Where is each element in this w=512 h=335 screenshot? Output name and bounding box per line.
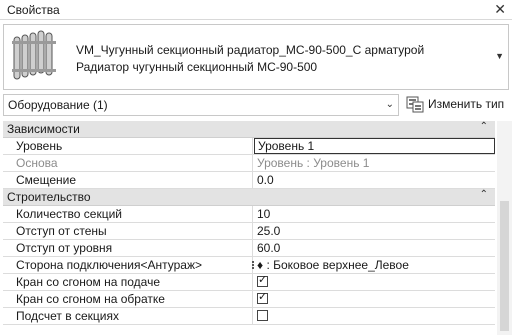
property-value-input[interactable]: 25.0 bbox=[254, 223, 495, 239]
type-selector[interactable]: VM_Чугунный секционный радиатор_МС-90-50… bbox=[3, 24, 509, 90]
dropdown-arrow-icon[interactable]: ▼ bbox=[495, 51, 504, 61]
property-name: Сторона подключения<Антураж> bbox=[3, 257, 253, 273]
properties-grid: Зависимости ⌃ Уровень Уровень 1 Основа У… bbox=[3, 121, 495, 335]
property-value-select[interactable]: ♦ : Боковое верхнее_Левое bbox=[254, 257, 495, 273]
property-value bbox=[254, 308, 495, 324]
checkbox[interactable] bbox=[257, 310, 268, 321]
property-name: Отступ от стены bbox=[3, 223, 253, 239]
property-row[interactable]: Смещение 0.0 bbox=[3, 172, 495, 189]
property-value-input[interactable]: Уровень 1 bbox=[254, 138, 495, 154]
property-value: ✓ bbox=[254, 274, 495, 290]
scrollbar-thumb[interactable] bbox=[500, 201, 509, 331]
collapse-icon[interactable]: ⌃ bbox=[480, 189, 488, 200]
panel-title: Свойства bbox=[7, 3, 60, 17]
checkbox[interactable]: ✓ bbox=[257, 291, 268, 304]
vertical-scrollbar[interactable] bbox=[497, 121, 512, 335]
edit-type-button[interactable]: Изменить тип bbox=[404, 94, 510, 116]
group-constraints[interactable]: Зависимости ⌃ bbox=[3, 121, 495, 138]
property-row: Основа Уровень : Уровень 1 bbox=[3, 155, 495, 172]
edit-type-icon bbox=[406, 96, 424, 113]
property-name: Смещение bbox=[3, 172, 253, 188]
property-row[interactable]: Отступ от стены 25.0 bbox=[3, 223, 495, 240]
property-row[interactable]: Подсчет в секциях bbox=[3, 308, 495, 325]
close-icon[interactable]: ✕ bbox=[494, 1, 506, 18]
property-name: Подсчет в секциях bbox=[3, 308, 253, 324]
property-value-input[interactable]: 10 bbox=[254, 206, 495, 222]
properties-title-bar: Свойства ✕ bbox=[0, 0, 512, 20]
edit-type-label: Изменить тип bbox=[428, 97, 505, 111]
group-name: Строительство bbox=[7, 190, 91, 204]
property-row[interactable]: Количество секций 10 bbox=[3, 206, 495, 223]
group-name: Зависимости bbox=[7, 122, 80, 136]
property-row[interactable]: Кран со сгоном на подаче ✓ bbox=[3, 274, 495, 291]
chevron-down-icon[interactable]: ⌄ bbox=[386, 99, 394, 110]
checkmark-icon: ✓ bbox=[258, 291, 268, 303]
property-name: Кран со сгоном на подаче bbox=[3, 274, 253, 290]
property-name: Уровень bbox=[3, 138, 253, 154]
collapse-icon[interactable]: ⌃ bbox=[480, 121, 488, 132]
property-value: ✓ bbox=[254, 291, 495, 307]
family-name: VM_Чугунный секционный радиатор_МС-90-50… bbox=[76, 43, 425, 57]
checkbox[interactable]: ✓ bbox=[257, 274, 268, 287]
radiator-thumbnail-icon bbox=[12, 30, 56, 80]
property-row[interactable]: Сторона подключения<Антураж> ♦ : Боковое… bbox=[3, 257, 495, 274]
property-name: Кран со сгоном на обратке bbox=[3, 291, 253, 307]
property-value-input[interactable]: 0.0 bbox=[254, 172, 495, 188]
property-row[interactable]: Уровень Уровень 1 bbox=[3, 138, 495, 155]
filter-label: Оборудование (1) bbox=[8, 98, 108, 112]
group-construction[interactable]: Строительство ⌃ bbox=[3, 189, 495, 206]
property-row[interactable]: Отступ от уровня 60.0 bbox=[3, 240, 495, 257]
property-value-input[interactable]: 60.0 bbox=[254, 240, 495, 256]
type-name: Радиатор чугунный секционный МС-90-500 bbox=[76, 60, 318, 74]
selection-filter-dropdown[interactable]: Оборудование (1) ⌄ bbox=[3, 94, 399, 116]
property-name: Количество секций bbox=[3, 206, 253, 222]
property-row[interactable]: Кран со сгоном на обратке ✓ bbox=[3, 291, 495, 308]
checkmark-icon: ✓ bbox=[258, 274, 268, 286]
property-name: Отступ от уровня bbox=[3, 240, 253, 256]
property-name: Основа bbox=[3, 155, 253, 171]
property-value: Уровень : Уровень 1 bbox=[257, 156, 370, 170]
